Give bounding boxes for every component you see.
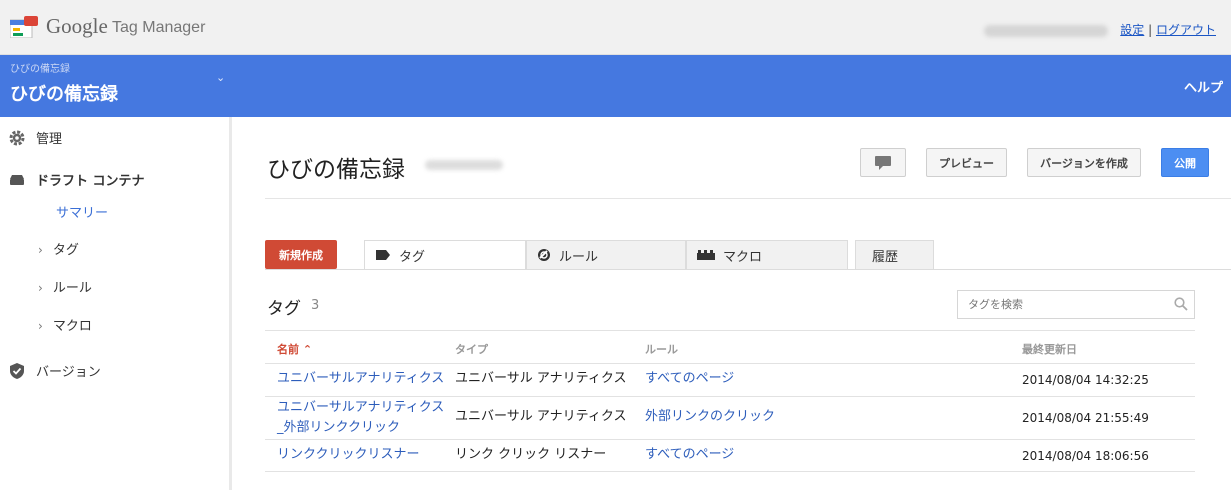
help-link[interactable]: ヘルプ (1184, 77, 1223, 96)
account-separator: | (1148, 23, 1153, 37)
tab-label: マクロ (723, 249, 763, 265)
shield-check-icon (10, 362, 24, 379)
macro-icon (697, 250, 715, 260)
table-header: 名前 ⌃ タイプ ルール 最終更新日 (265, 330, 1195, 363)
sidebar: 管理 ドラフト コンテナ サマリー › タグ › ルール › マクロ バージョン (0, 117, 232, 490)
container-account-label: ひびの備忘録 (10, 64, 70, 75)
logout-link[interactable]: ログアウト (1156, 23, 1216, 37)
comment-button[interactable] (860, 148, 906, 177)
sidebar-item-label: ルール (52, 281, 92, 296)
container-id-blurred (425, 160, 503, 170)
column-header-updated[interactable]: 最終更新日 (1022, 341, 1077, 357)
tag-type: ユニバーサル アナリティクス (455, 409, 627, 424)
tab-macros[interactable]: マクロ (686, 240, 848, 270)
tag-updated: 2014/08/04 18:06:56 (1022, 449, 1149, 463)
tag-rule-link[interactable]: すべてのページ (645, 369, 734, 389)
sidebar-item-tags[interactable]: › タグ (38, 239, 79, 258)
page-title: ひびの備忘録 (267, 157, 405, 183)
rule-icon (538, 249, 550, 261)
sidebar-item-rules[interactable]: › ルール (38, 277, 92, 296)
table-row: ユニバーサルアナリティクス ユニバーサル アナリティクス すべてのページ 201… (265, 363, 1195, 396)
tag-rule-link[interactable]: 外部リンクのクリック (645, 407, 775, 427)
tag-updated: 2014/08/04 14:32:25 (1022, 373, 1149, 387)
search-input[interactable] (957, 290, 1195, 319)
google-logo-text: Google (46, 14, 108, 38)
chevron-right-icon: › (38, 319, 43, 333)
product-name: Tag Manager (112, 19, 206, 36)
tag-type: ユニバーサル アナリティクス (455, 371, 627, 386)
chevron-right-icon: › (38, 243, 43, 257)
sidebar-item-draft-container[interactable]: ドラフト コンテナ (0, 170, 145, 189)
account-area: 設定 | ログアウト (984, 21, 1216, 38)
tag-count: 3 (311, 298, 320, 313)
chevron-down-icon[interactable]: ⌄ (216, 71, 225, 84)
column-header-type[interactable]: タイプ (455, 341, 488, 357)
tab-label: 履歴 (872, 249, 899, 265)
header-divider (265, 198, 1231, 199)
tag-name-link[interactable]: ユニバーサルアナリティクス_外部リンククリック (277, 398, 449, 438)
preview-button[interactable]: プレビュー (926, 148, 1007, 177)
container-selector[interactable]: ひびの備忘録 (10, 80, 118, 106)
drive-icon (10, 174, 24, 185)
sidebar-item-label: タグ (52, 243, 79, 258)
tag-name-link[interactable]: リンククリックリスナー (277, 445, 419, 465)
table-row: ユニバーサルアナリティクス_外部リンククリック ユニバーサル アナリティクス 外… (265, 396, 1195, 439)
tabs-baseline (265, 269, 1231, 270)
tags-table: 名前 ⌃ タイプ ルール 最終更新日 ユニバーサルアナリティクス ユニバーサル … (265, 330, 1195, 472)
tag-manager-logo-icon (10, 16, 38, 38)
tag-type: リンク クリック リスナー (455, 447, 607, 462)
search-icon[interactable] (1174, 297, 1188, 311)
tag-rule-link[interactable]: すべてのページ (645, 445, 734, 465)
account-email-blurred (984, 24, 1109, 37)
sidebar-item-macros[interactable]: › マクロ (38, 315, 92, 334)
comment-icon (875, 155, 891, 170)
tag-icon (376, 250, 390, 260)
top-bar: Google Tag Manager 設定 | ログアウト (0, 0, 1231, 55)
tag-name-link[interactable]: ユニバーサルアナリティクス (277, 369, 449, 389)
sidebar-item-admin[interactable]: 管理 (0, 128, 62, 147)
sidebar-item-label: 管理 (36, 132, 63, 147)
sidebar-item-label: ドラフト コンテナ (36, 174, 145, 189)
tab-tags[interactable]: タグ (364, 240, 526, 270)
tab-rules[interactable]: ルール (526, 240, 686, 270)
tab-label: ルール (559, 249, 599, 265)
sidebar-item-versions[interactable]: バージョン (0, 361, 101, 380)
container-bar: ひびの備忘録 ひびの備忘録 ⌄ ヘルプ (0, 55, 1231, 117)
column-header-rule[interactable]: ルール (645, 341, 678, 357)
sidebar-item-label: バージョン (36, 365, 101, 380)
sort-ascending-icon: ⌃ (302, 343, 313, 356)
tab-history[interactable]: 履歴 (855, 240, 934, 270)
gear-icon (9, 130, 25, 145)
sidebar-item-label: マクロ (52, 319, 92, 334)
tag-updated: 2014/08/04 21:55:49 (1022, 411, 1149, 425)
chevron-right-icon: › (38, 281, 43, 295)
tab-label: タグ (399, 249, 426, 265)
new-button[interactable]: 新規作成 (265, 240, 337, 269)
table-row: リンククリックリスナー リンク クリック リスナー すべてのページ 2014/0… (265, 439, 1195, 472)
section-title: タグ (267, 299, 301, 319)
publish-button[interactable]: 公開 (1161, 148, 1209, 177)
create-version-button[interactable]: バージョンを作成 (1027, 148, 1141, 177)
settings-link[interactable]: 設定 (1120, 23, 1144, 37)
sidebar-item-summary[interactable]: サマリー (56, 202, 108, 221)
column-header-name[interactable]: 名前 ⌃ (277, 341, 312, 357)
